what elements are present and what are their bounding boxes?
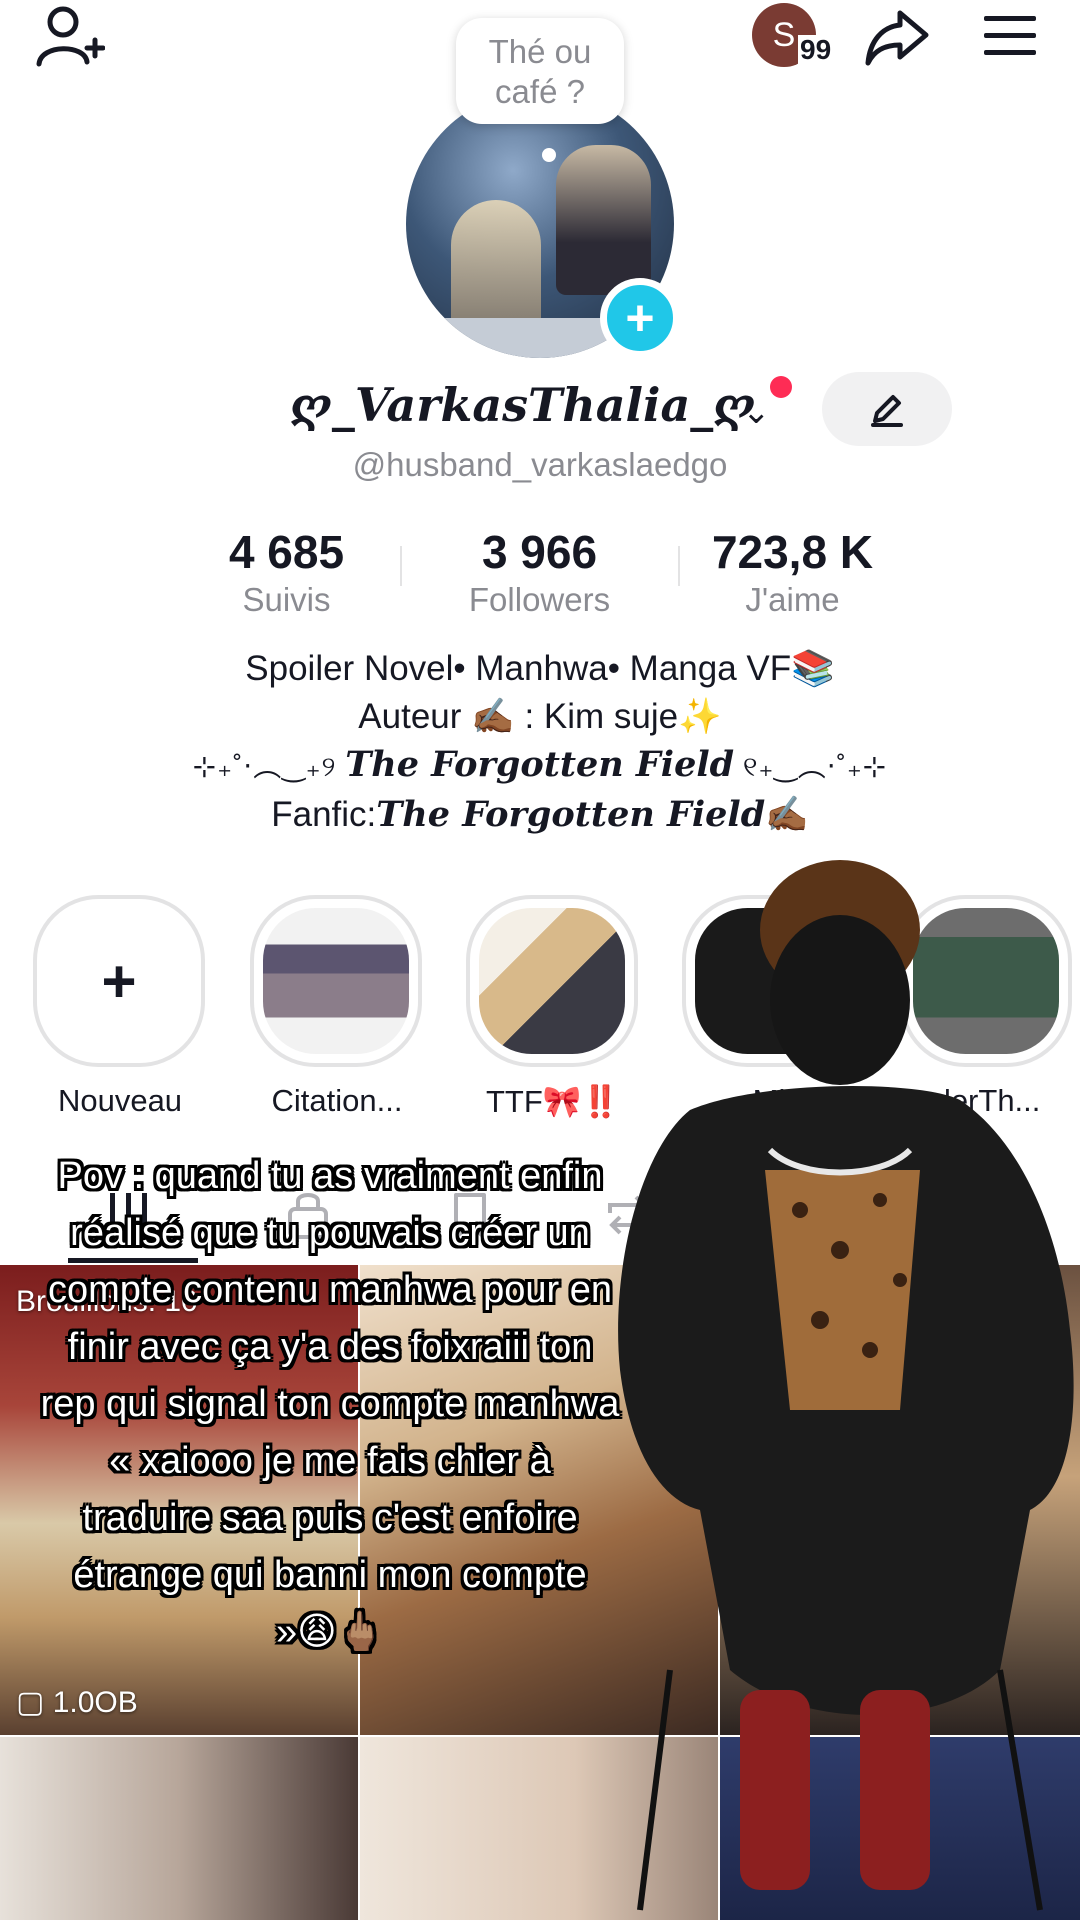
plus-icon: +	[101, 947, 137, 1015]
stat-value: 3 966	[481, 526, 598, 578]
bio-line: Auteur ✍🏾 : Kim suje✨	[358, 697, 722, 736]
stat-value: 4 685	[228, 526, 345, 578]
bio-line: Spoiler Novel• Manhwa• Manga VF📚	[245, 649, 835, 688]
video-tile[interactable]	[0, 1737, 358, 1920]
highlight-item[interactable]: Citation...	[250, 895, 424, 1119]
edit-profile-button[interactable]	[822, 372, 952, 446]
view-count: ▢ 1.0OB	[16, 1685, 138, 1720]
profile-avatar[interactable]: +	[406, 90, 680, 358]
stat-followers[interactable]: 3 966 Followers	[413, 524, 666, 624]
stat-label: J'aime	[745, 581, 840, 618]
view-count-text: 1.0OB	[52, 1686, 138, 1719]
pencil-icon	[871, 395, 903, 427]
highlight-label: Nouveau	[57, 1083, 183, 1118]
stat-value: 723,8 K	[711, 526, 874, 578]
menu-icon-svg	[984, 16, 1036, 55]
bio-line: ⊹₊˚‧︵‿₊୨ The Forgotten Field ୧₊‿︵‧˚₊⊹	[0, 741, 1080, 791]
stat-label: Suivis	[242, 581, 331, 618]
highlight-ring	[250, 895, 422, 1067]
stat-label: Followers	[468, 581, 611, 618]
bio-prefix: Fanfic:	[271, 795, 377, 834]
highlight-label: Citation...	[271, 1083, 403, 1118]
highlight-thumbnail	[263, 908, 409, 1054]
bio-title: The Forgotten Field	[376, 794, 766, 835]
stat-divider	[400, 546, 402, 586]
username: @husband_varkaslaedgo	[352, 446, 728, 483]
highlight-new[interactable]: + Nouveau	[33, 895, 207, 1119]
note-bubble[interactable]: Thé ou café ?	[456, 18, 624, 124]
stat-likes[interactable]: 723,8 K J'aime	[666, 524, 919, 624]
avatar-figure-left	[451, 200, 541, 330]
add-story-plus-icon[interactable]: +	[600, 278, 680, 358]
menu-icon[interactable]	[975, 8, 1045, 64]
coin-balance[interactable]: S 99	[752, 3, 842, 73]
add-friend-icon[interactable]	[30, 2, 110, 72]
play-icon: ▢	[16, 1686, 53, 1719]
bio-line: Fanfic:The Forgotten Field✍🏾	[0, 791, 1080, 839]
sticker-person-image	[618, 860, 1074, 1911]
stat-divider	[678, 546, 680, 586]
stat-following[interactable]: 4 685 Suivis	[160, 524, 413, 624]
coin-count: 99	[798, 34, 834, 65]
stats-row: 4 685 Suivis 3 966 Followers 723,8 K J'a…	[160, 524, 920, 624]
video-caption-overlay: Pov : quand tu as vraiment enfin réalisé…	[40, 1155, 620, 1653]
bio: Spoiler Novel• Manhwa• Manga VF📚 Auteur …	[0, 645, 1080, 839]
avatar-figure-right	[556, 145, 651, 295]
highlight-ring: +	[33, 895, 205, 1067]
notification-dot	[770, 376, 792, 398]
bio-decoration: ⊹₊˚‧︵‿₊୨	[192, 751, 346, 782]
share-icon[interactable]	[860, 4, 934, 70]
add-friend-icon-svg	[36, 6, 105, 67]
display-name[interactable]: ღ_VarkasThalia_ღ	[290, 378, 755, 432]
bio-suffix: ✍🏾	[765, 795, 809, 834]
chevron-down-icon[interactable]: ⌄	[742, 392, 771, 432]
bio-decoration: ୧₊‿︵‧˚₊⊹	[734, 751, 888, 782]
note-bubble-tail	[542, 148, 556, 162]
share-icon-svg	[865, 10, 929, 66]
bio-title: The Forgotten Field	[345, 744, 735, 785]
